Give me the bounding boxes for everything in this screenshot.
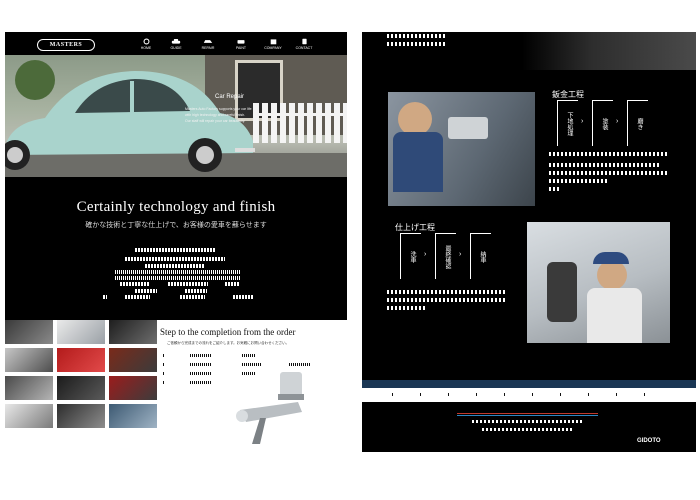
gallery-thumbnail[interactable] xyxy=(109,404,157,428)
right-page: 鈑金工程 下地処理 › 塗装 › 磨き 仕上げ工程 洗車 › 最終確認 › 納車… xyxy=(362,32,696,452)
footer-text xyxy=(482,428,572,431)
text-line xyxy=(549,152,669,156)
process-step: 下地処理 xyxy=(557,100,578,146)
intro-text-line xyxy=(145,264,205,268)
intro-text-line xyxy=(115,276,240,280)
step-cell xyxy=(190,354,212,357)
gallery-thumbnail[interactable] xyxy=(57,376,105,400)
intro-text-line xyxy=(135,289,157,293)
section1-title: 鈑金工程 xyxy=(552,90,584,99)
arrow-right-icon: › xyxy=(616,118,619,125)
main-subtitle: 確かな技術と丁寧な仕上げで、お客様の愛車を蘇らせます xyxy=(85,222,267,229)
text-line xyxy=(387,34,447,38)
intro-text-line xyxy=(125,257,225,261)
footer-accent-bar xyxy=(362,380,696,388)
step-subtitle: ご依頼から完成までの流れをご紹介します。お気軽にお問い合わせください。 xyxy=(167,341,290,345)
intro-text-line xyxy=(180,295,205,299)
nav-item-home[interactable]: HOME xyxy=(135,38,157,52)
process-step: 最終確認 xyxy=(435,233,456,279)
main-title: Certainly technology and finish xyxy=(76,199,276,215)
phone-icon xyxy=(301,38,307,45)
step-cell xyxy=(190,372,212,375)
building-icon xyxy=(270,39,276,45)
step-cell xyxy=(163,354,165,357)
intro-text-line xyxy=(103,295,107,299)
hero-line-1: Masters Auto Factory supports your car l… xyxy=(185,107,252,111)
footer-divider-red xyxy=(457,413,598,414)
nav-item-guide[interactable]: GUIDE xyxy=(165,38,187,52)
left-page: MASTERS HOME GUIDE REPAIR PAINT COMPANY … xyxy=(5,32,347,452)
step-cell xyxy=(190,363,212,366)
footer-text xyxy=(472,420,582,423)
step-cell xyxy=(163,372,165,375)
hero-image: Car Repair Masters Auto Factory supports… xyxy=(5,55,347,177)
nav-item-repair[interactable]: REPAIR xyxy=(197,38,219,52)
intro-text-line xyxy=(185,289,207,293)
process-step: 洗車 xyxy=(400,233,421,279)
gallery-thumbnail[interactable] xyxy=(57,404,105,428)
footer-link-bar xyxy=(362,388,696,402)
step-cell xyxy=(163,363,165,366)
gallery-thumbnail[interactable] xyxy=(57,320,105,344)
step-cell xyxy=(163,381,165,384)
intro-text-line xyxy=(115,270,240,274)
text-line xyxy=(387,306,427,310)
process-step: 塗装 xyxy=(592,100,613,146)
hero-line-2: with high technology and careful finish. xyxy=(185,113,246,117)
text-line xyxy=(549,171,669,175)
gallery-thumbnail[interactable] xyxy=(5,376,53,400)
footer-links[interactable] xyxy=(392,393,662,396)
gallery-thumbnail[interactable] xyxy=(57,348,105,372)
gallery-thumbnail[interactable] xyxy=(5,348,53,372)
intro-text-line xyxy=(135,248,215,252)
top-banner-image xyxy=(522,32,696,70)
brand-logo[interactable]: MASTERS xyxy=(37,39,95,51)
arrow-right-icon: › xyxy=(459,251,462,258)
footer-divider-blue xyxy=(457,415,598,416)
text-line xyxy=(549,187,559,191)
nav-item-contact[interactable]: CONTACT xyxy=(293,38,315,52)
gallery-thumbnail[interactable] xyxy=(109,376,157,400)
process-step: 磨き xyxy=(627,100,648,146)
gallery-thumbnail[interactable] xyxy=(5,320,53,344)
section2-title: 仕上げ工程 xyxy=(395,223,435,232)
process-step: 納車 xyxy=(470,233,491,279)
hero-heading: Car Repair xyxy=(215,94,245,100)
car-icon xyxy=(171,39,181,44)
text-line xyxy=(549,179,609,183)
top-navigation: MASTERS HOME GUIDE REPAIR PAINT COMPANY … xyxy=(5,32,347,55)
car-front-icon xyxy=(237,40,245,44)
step-title: Step to the completion from the order xyxy=(160,327,296,337)
intro-text-line xyxy=(120,282,150,286)
arrow-right-icon: › xyxy=(581,118,584,125)
spray-gun-illustration xyxy=(236,372,304,444)
wrench-icon xyxy=(143,38,149,45)
worker-photo xyxy=(527,222,670,343)
nav-item-paint[interactable]: PAINT xyxy=(230,38,252,52)
gallery-thumbnail[interactable] xyxy=(109,320,157,344)
arrow-right-icon: › xyxy=(424,251,427,258)
text-line xyxy=(387,290,507,294)
intro-text-line xyxy=(168,282,208,286)
step-cell xyxy=(242,363,262,366)
gallery-thumbnail[interactable] xyxy=(109,348,157,372)
car-side-icon xyxy=(203,40,213,43)
step-cell xyxy=(289,363,311,366)
step-cell xyxy=(190,381,212,384)
footer-brand-logo[interactable]: GIDOTO xyxy=(637,438,661,444)
intro-text-line xyxy=(225,282,240,286)
text-line xyxy=(387,298,507,302)
text-line xyxy=(549,163,659,167)
painter-photo xyxy=(388,92,535,206)
text-line xyxy=(387,42,447,46)
vintage-car-illustration xyxy=(5,71,255,172)
intro-text-line xyxy=(125,295,150,299)
step-section: Step to the completion from the order ご依… xyxy=(5,320,347,452)
intro-text-line xyxy=(233,295,253,299)
nav-item-company[interactable]: COMPANY xyxy=(262,38,284,52)
hero-line-3: Our staff will repair your car beautiful… xyxy=(185,119,246,123)
gallery-thumbnail[interactable] xyxy=(5,404,53,428)
step-cell xyxy=(242,354,256,357)
